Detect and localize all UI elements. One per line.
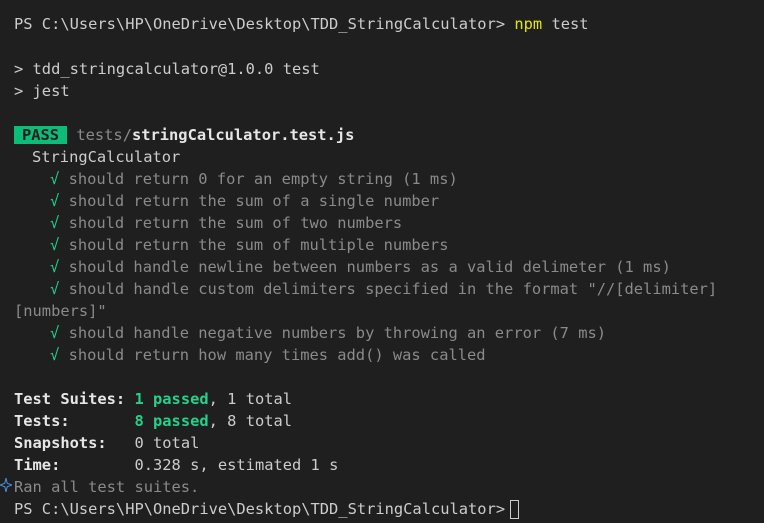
- test-name: should handle negative numbers by throwi…: [68, 324, 606, 342]
- check-icon: √: [50, 258, 60, 276]
- sparkle-icon[interactable]: [0, 478, 12, 492]
- test-result-row: √ should return the sum of multiple numb…: [50, 234, 448, 256]
- test-result-row: √ should handle custom delimiters specif…: [50, 278, 717, 300]
- script-line-1: > tdd_stringcalculator@1.0.0 test: [14, 60, 320, 78]
- command-name: npm: [514, 15, 543, 33]
- summary-suites: Test Suites: 1 passed, 1 total: [14, 388, 292, 410]
- test-name: should return the sum of two numbers: [68, 214, 403, 232]
- summary-passed: 8 passed: [134, 412, 209, 430]
- prompt: PS C:\Users\HP\OneDrive\Desktop\TDD_Stri…: [14, 15, 506, 33]
- test-result-row: √ should return 0 for an empty string (1…: [50, 168, 458, 190]
- test-name: should return the sum of multiple number…: [68, 236, 449, 254]
- summary-value: 0.328 s, estimated 1 s: [134, 456, 339, 474]
- command-line: PS C:\Users\HP\OneDrive\Desktop\TDD_Stri…: [14, 13, 589, 35]
- ran-all-message: Ran all test suites.: [14, 478, 200, 496]
- summary-value: 0 total: [134, 434, 200, 452]
- test-name: should return 0 for an empty string (1 m…: [68, 170, 458, 188]
- test-name: should return the sum of a single number: [68, 192, 440, 210]
- prompt: PS C:\Users\HP\OneDrive\Desktop\TDD_Stri…: [14, 500, 506, 518]
- summary-total: , 1 total: [208, 390, 293, 408]
- summary-total: , 8 total: [208, 412, 293, 430]
- final-prompt-line[interactable]: PS C:\Users\HP\OneDrive\Desktop\TDD_Stri…: [14, 498, 520, 520]
- check-icon: √: [50, 280, 60, 298]
- summary-label: Tests:: [14, 412, 70, 430]
- command-args: test: [551, 15, 589, 33]
- summary-label: Snapshots:: [14, 434, 107, 452]
- test-path-file: stringCalculator.test.js: [131, 126, 355, 144]
- suite-name: StringCalculator: [32, 148, 181, 166]
- summary-passed: 1 passed: [134, 390, 209, 408]
- test-name: should return how many times add() was c…: [68, 346, 486, 364]
- test-name: should handle newline between numbers as…: [68, 258, 671, 276]
- check-icon: √: [50, 170, 60, 188]
- text-cursor: [510, 500, 520, 519]
- test-name: should handle custom delimiters specifie…: [68, 280, 718, 298]
- summary-snapshots: Snapshots: 0 total: [14, 432, 199, 454]
- check-icon: √: [50, 214, 60, 232]
- test-result-row: √ should return the sum of a single numb…: [50, 190, 439, 212]
- check-icon: √: [50, 346, 60, 364]
- summary-time: Time: 0.328 s, estimated 1 s: [14, 454, 338, 476]
- test-result-row: √ should return the sum of two numbers: [50, 212, 402, 234]
- check-icon: √: [50, 236, 60, 254]
- summary-tests: Tests: 8 passed, 8 total: [14, 410, 292, 432]
- script-line-2: > jest: [14, 82, 70, 100]
- summary-label: Test Suites:: [14, 390, 126, 408]
- test-result-row: √ should handle negative numbers by thro…: [50, 322, 606, 344]
- check-icon: √: [50, 192, 60, 210]
- test-file-result: PASS tests/stringCalculator.test.js: [14, 124, 354, 146]
- test-result-row: √ should handle newline between numbers …: [50, 256, 671, 278]
- test-name-wrap: [numbers]": [14, 302, 107, 320]
- check-icon: √: [50, 324, 60, 342]
- pass-badge: PASS: [14, 126, 68, 144]
- summary-label: Time:: [14, 456, 61, 474]
- test-path-dir: tests/: [76, 126, 132, 144]
- test-result-row: √ should return how many times add() was…: [50, 344, 486, 366]
